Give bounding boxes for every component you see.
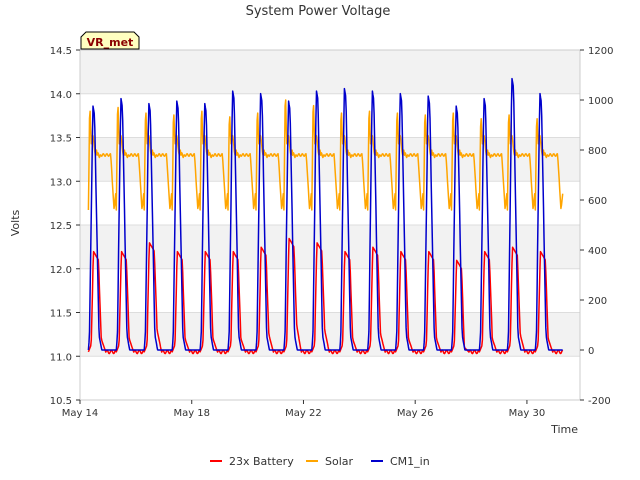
chart-title: System Power Voltage: [246, 4, 391, 19]
site-label-text: VR_met: [87, 36, 134, 49]
y-tick-label: 12.0: [50, 265, 72, 276]
y2-tick-label: -200: [588, 396, 611, 407]
y2-tick-label: 1000: [588, 96, 613, 107]
legend: 23x Battery Solar CM1_in: [210, 455, 430, 468]
right-axis-ticks: -200 0 200 400 600 800 1000 1200: [580, 46, 613, 407]
y-tick-label: 10.5: [50, 396, 72, 407]
y-tick-label: 14.0: [50, 90, 72, 101]
y-tick-label: 11.5: [50, 309, 72, 320]
legend-item: CM1_in: [371, 455, 430, 468]
x-tick-label: May 26: [397, 408, 434, 419]
plot-band: [80, 356, 580, 400]
x-axis-ticks: May 14 May 18 May 22 May 26 May 30: [62, 400, 546, 419]
y2-tick-label: 1200: [588, 46, 613, 57]
legend-item: Solar: [306, 455, 354, 468]
legend-label: Solar: [325, 455, 354, 468]
y-tick-label: 11.0: [50, 352, 72, 363]
site-label-badge: VR_met: [80, 31, 140, 50]
y2-tick-label: 800: [588, 146, 607, 157]
legend-label: 23x Battery: [229, 455, 294, 468]
x-tick-label: May 22: [285, 408, 322, 419]
legend-label: CM1_in: [390, 455, 430, 468]
x-tick-label: May 30: [509, 408, 546, 419]
y-tick-label: 12.5: [50, 221, 72, 232]
plot-band: [80, 93, 580, 138]
x-axis-label: Time: [550, 423, 578, 436]
y2-tick-label: 600: [588, 196, 607, 207]
y2-tick-label: 200: [588, 296, 607, 307]
plot-band: [80, 137, 580, 182]
y-tick-label: 13.5: [50, 134, 72, 145]
left-axis-ticks: 10.5 11.0 11.5 12.0 12.5 13.0 13.5 14.0 14.5: [50, 46, 80, 407]
y-axis-label: Volts: [9, 209, 22, 236]
legend-item: 23x Battery: [210, 455, 294, 468]
y2-tick-label: 400: [588, 246, 607, 257]
x-tick-label: May 18: [173, 408, 210, 419]
plot-band: [80, 50, 580, 94]
chart: System Power Voltage Volts Time 10.5 11.0…: [9, 4, 613, 468]
y2-tick-label: 0: [588, 346, 594, 357]
y-tick-label: 13.0: [50, 177, 72, 188]
y-tick-label: 14.5: [50, 46, 72, 57]
x-tick-label: May 14: [62, 408, 99, 419]
